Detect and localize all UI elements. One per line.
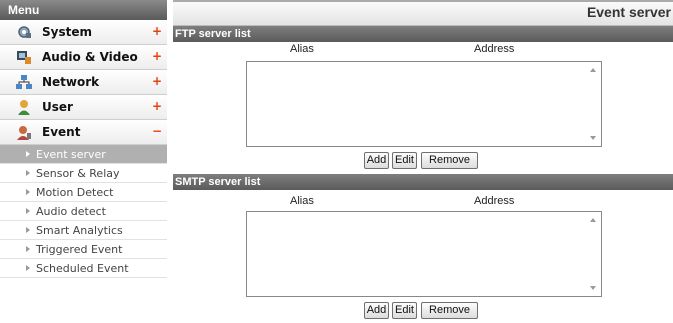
ftp-alias-header: Alias [290, 43, 314, 55]
smtp-address-header: Address [474, 195, 515, 207]
sidebar-menu: Menu System + Audio & Video + Network + … [0, 0, 167, 323]
submenu-item-label: Smart Analytics [36, 224, 123, 237]
submenu-arrow-icon [26, 151, 30, 157]
sidebar-item-label: Audio & Video [42, 50, 138, 64]
system-gear-icon [16, 24, 32, 40]
page-title: Event server [173, 0, 673, 26]
network-icon [16, 74, 32, 90]
expand-plus-icon[interactable]: + [152, 24, 162, 38]
submenu-arrow-icon [26, 189, 30, 195]
event-icon [16, 124, 32, 140]
collapse-minus-icon[interactable]: − [152, 124, 162, 138]
main-panel: Event server FTP server list Alias Addre… [173, 0, 673, 323]
ftp-edit-button[interactable]: Edit [392, 152, 417, 169]
ftp-list-scrollbar[interactable] [586, 62, 601, 146]
smtp-add-button[interactable]: Add [364, 302, 389, 319]
submenu-arrow-icon [26, 170, 30, 176]
submenu-item-label: Motion Detect [36, 186, 114, 199]
sidebar-item-audio-video[interactable]: Audio & Video + [0, 45, 167, 70]
ftp-section: FTP server list Alias Address Add Edit R… [173, 26, 673, 176]
smtp-section: SMTP server list Alias Address Add Edit … [173, 174, 673, 323]
submenu-arrow-icon [26, 246, 30, 252]
sidebar-item-label: Event [42, 125, 81, 139]
sidebar-item-user[interactable]: User + [0, 95, 167, 120]
sidebar-item-event[interactable]: Event − [0, 120, 167, 145]
submenu-item-triggered-event[interactable]: Triggered Event [0, 240, 167, 259]
smtp-column-headers: Alias Address [173, 194, 673, 208]
smtp-alias-header: Alias [290, 195, 314, 207]
submenu-item-sensor-relay[interactable]: Sensor & Relay [0, 164, 167, 183]
submenu-item-smart-analytics[interactable]: Smart Analytics [0, 221, 167, 240]
submenu-arrow-icon [26, 227, 30, 233]
sidebar-item-system[interactable]: System + [0, 20, 167, 45]
ftp-button-row: Add Edit Remove [173, 152, 673, 170]
ftp-remove-button[interactable]: Remove [421, 152, 478, 169]
expand-plus-icon[interactable]: + [152, 99, 162, 113]
menu-header: Menu [0, 0, 167, 20]
smtp-edit-button[interactable]: Edit [392, 302, 417, 319]
scroll-up-arrow-icon[interactable] [590, 68, 596, 72]
submenu-item-label: Scheduled Event [36, 262, 129, 275]
submenu-arrow-icon [26, 208, 30, 214]
submenu-item-label: Sensor & Relay [36, 167, 120, 180]
submenu-item-scheduled-event[interactable]: Scheduled Event [0, 259, 167, 278]
sidebar-item-label: Network [42, 75, 100, 89]
submenu-item-label: Audio detect [36, 205, 106, 218]
ftp-address-header: Address [474, 43, 515, 55]
submenu-item-motion-detect[interactable]: Motion Detect [0, 183, 167, 202]
smtp-remove-button[interactable]: Remove [421, 302, 478, 319]
ftp-section-heading: FTP server list [173, 26, 673, 42]
submenu-item-label: Triggered Event [36, 243, 123, 256]
scroll-down-arrow-icon[interactable] [590, 286, 596, 290]
sidebar-item-label: User [42, 100, 73, 114]
ftp-add-button[interactable]: Add [364, 152, 389, 169]
submenu-item-event-server[interactable]: Event server [0, 145, 167, 164]
scroll-down-arrow-icon[interactable] [590, 136, 596, 140]
user-icon [16, 99, 32, 115]
ftp-server-listbox[interactable] [246, 61, 602, 147]
expand-plus-icon[interactable]: + [152, 49, 162, 63]
expand-plus-icon[interactable]: + [152, 74, 162, 88]
ftp-column-headers: Alias Address [173, 42, 673, 56]
submenu-item-label: Event server [36, 148, 106, 161]
submenu-item-audio-detect[interactable]: Audio detect [0, 202, 167, 221]
submenu-arrow-icon [26, 265, 30, 271]
smtp-section-heading: SMTP server list [173, 174, 673, 190]
audio-video-icon [16, 49, 32, 65]
scroll-up-arrow-icon[interactable] [590, 218, 596, 222]
sidebar-item-label: System [42, 25, 92, 39]
smtp-button-row: Add Edit Remove [173, 302, 673, 320]
smtp-server-listbox[interactable] [246, 211, 602, 297]
sidebar-item-network[interactable]: Network + [0, 70, 167, 95]
smtp-list-scrollbar[interactable] [586, 212, 601, 296]
